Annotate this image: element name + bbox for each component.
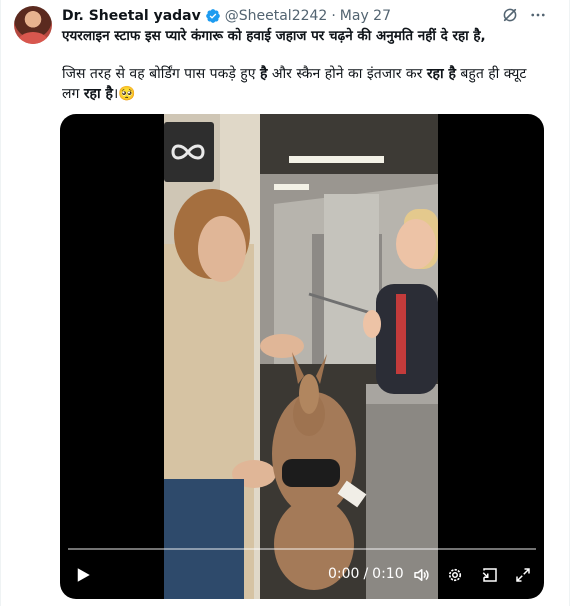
video-time: 0:00 / 0:10 bbox=[328, 566, 404, 582]
video-player[interactable]: 0:00 / 0:10 bbox=[60, 114, 544, 599]
video-progress-bar[interactable] bbox=[68, 548, 536, 550]
left-border bbox=[0, 0, 1, 606]
play-icon[interactable] bbox=[74, 566, 92, 584]
current-time: 0:00 bbox=[328, 566, 360, 582]
tweet-text-line-1: एयरलाइन स्टाफ इस प्यारे कंगारू को हवाई ज… bbox=[62, 28, 486, 44]
verified-badge-icon bbox=[205, 9, 220, 23]
avatar[interactable] bbox=[14, 6, 52, 44]
tweet-text-line-3: लग रहा है।🥺 bbox=[62, 86, 136, 102]
volume-icon[interactable] bbox=[412, 566, 430, 584]
more-icon[interactable] bbox=[529, 6, 547, 24]
pip-icon[interactable] bbox=[481, 566, 499, 584]
tweet-header: Dr. Sheetal yadav @Sheetal2242 · May 27 bbox=[62, 7, 391, 25]
author-handle[interactable]: @Sheetal2242 bbox=[225, 8, 328, 24]
duration: 0:10 bbox=[372, 566, 404, 582]
date-separator: · bbox=[331, 8, 336, 24]
right-border bbox=[569, 0, 570, 606]
pleading-face-emoji: 🥺 bbox=[118, 86, 136, 102]
tweet-text-line-2: जिस तरह से वह बोर्डिंग पास पकड़े हुए है … bbox=[62, 66, 527, 82]
fullscreen-icon[interactable] bbox=[514, 566, 532, 584]
video-frame[interactable] bbox=[164, 114, 438, 599]
grok-icon[interactable] bbox=[501, 6, 519, 24]
author-name[interactable]: Dr. Sheetal yadav bbox=[62, 8, 201, 24]
video-scene bbox=[164, 114, 438, 599]
settings-icon[interactable] bbox=[446, 566, 464, 584]
time-separator: / bbox=[363, 566, 369, 582]
post-date[interactable]: May 27 bbox=[340, 8, 391, 24]
